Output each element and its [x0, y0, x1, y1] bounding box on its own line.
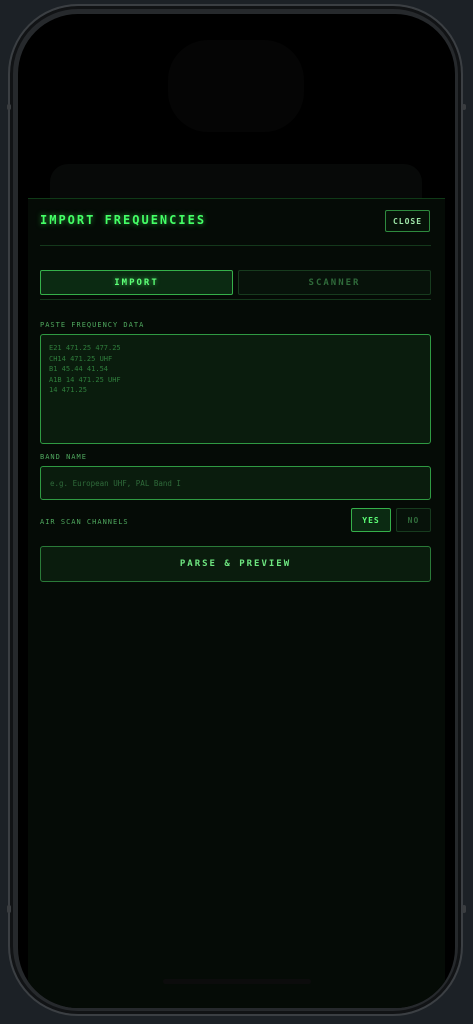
dynamic-island	[168, 40, 304, 132]
modal-title: IMPORT FREQUENCIES	[40, 213, 207, 227]
parse-preview-button[interactable]: PARSE & PREVIEW	[40, 546, 431, 582]
close-button[interactable]: CLOSE	[385, 210, 430, 232]
divider	[40, 299, 431, 300]
import-modal: IMPORT FREQUENCIES CLOSE IMPORT SCANNER …	[28, 198, 445, 1008]
screen: IMPORT FREQUENCIES CLOSE IMPORT SCANNER …	[18, 14, 455, 1008]
air-scan-yes-button[interactable]: YES	[351, 508, 391, 532]
side-button	[7, 104, 11, 110]
home-indicator[interactable]	[163, 979, 311, 984]
air-scan-no-button[interactable]: NO	[396, 508, 431, 532]
tab-scanner[interactable]: SCANNER	[238, 270, 431, 295]
band-name-label: BAND NAME	[40, 453, 87, 461]
divider	[40, 245, 431, 246]
paste-label: PASTE FREQUENCY DATA	[40, 321, 145, 329]
side-button	[462, 104, 466, 110]
tab-import[interactable]: IMPORT	[40, 270, 233, 295]
side-button	[7, 905, 11, 913]
air-scan-label: AIR SCAN CHANNELS	[40, 518, 129, 526]
frequency-data-textarea[interactable]: E21 471.25 477.25 CH14 471.25 UHF B1 45.…	[40, 334, 431, 444]
band-name-input[interactable]: e.g. European UHF, PAL Band I	[40, 466, 431, 500]
side-button	[462, 905, 466, 913]
